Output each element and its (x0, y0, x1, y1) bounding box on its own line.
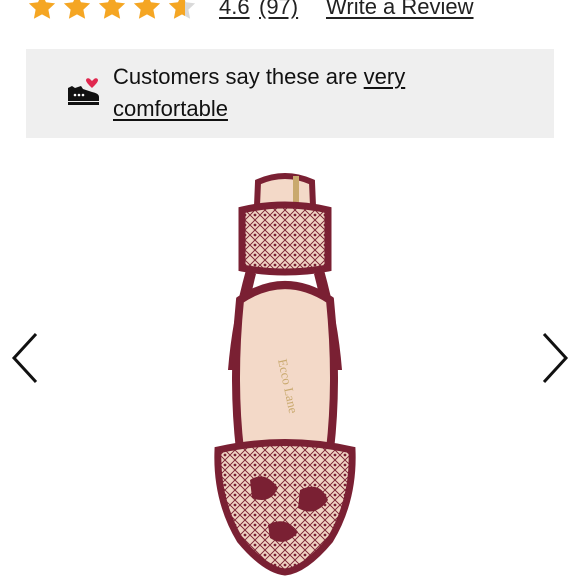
star-icon (28, 0, 56, 19)
rating-value[interactable]: 4.6 (219, 0, 250, 21)
comfort-callout: Customers say these are very comfortable (26, 49, 554, 138)
star-icon (133, 0, 161, 19)
comfort-callout-text: Customers say these are very comfortable (113, 61, 443, 125)
comfort-link-continued[interactable]: comfortable (113, 96, 228, 121)
star-icon (98, 0, 126, 19)
write-review-link[interactable]: Write a Review (326, 0, 474, 21)
sneaker-heart-icon (68, 78, 99, 105)
rating-row: 4.6 (97) Write a Review (0, 0, 578, 32)
star-icon (63, 0, 91, 19)
comfort-link[interactable]: very (364, 64, 406, 89)
review-count-link[interactable]: (97) (259, 0, 298, 21)
star-rating[interactable] (26, 0, 198, 22)
chevron-right-icon[interactable] (538, 330, 570, 386)
chevron-left-icon[interactable] (10, 330, 42, 386)
callout-prefix: Customers say these are (113, 64, 364, 89)
product-image[interactable]: Ecco Lane (180, 170, 390, 580)
star-half-icon (168, 0, 196, 19)
